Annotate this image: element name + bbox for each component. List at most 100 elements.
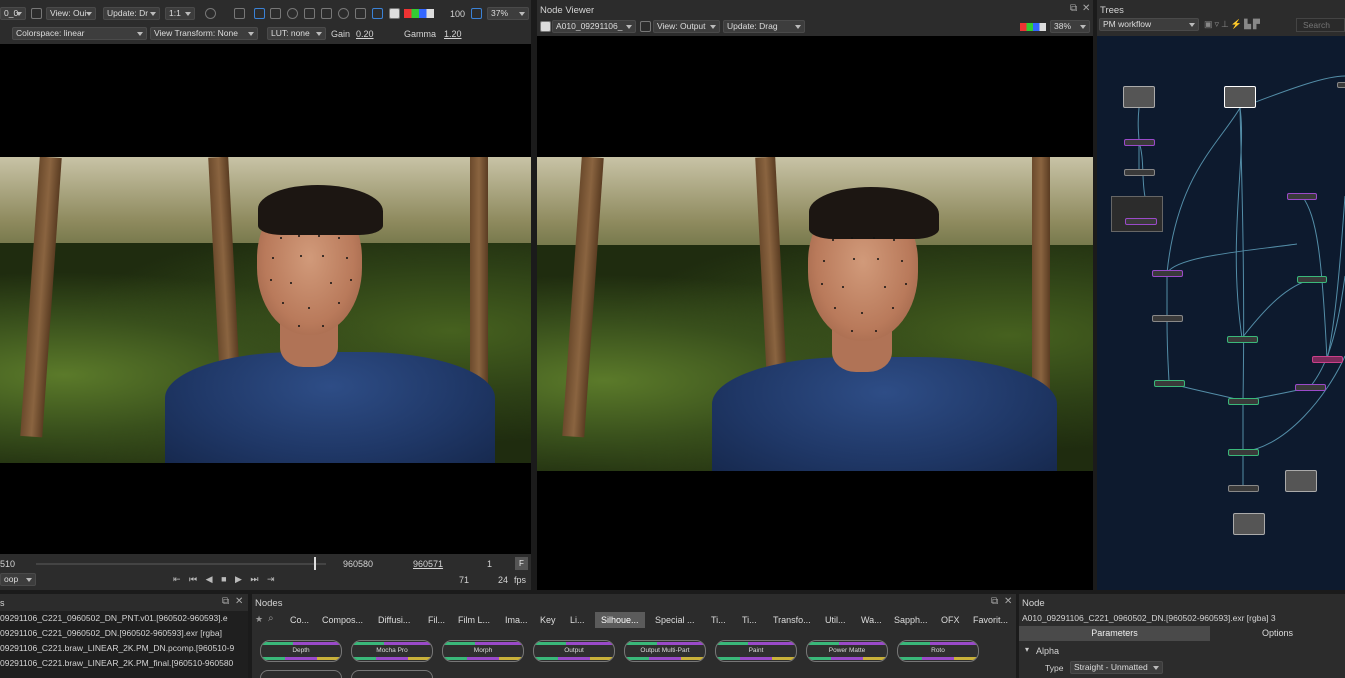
graph-node[interactable] — [1124, 169, 1155, 176]
frame-icon[interactable] — [270, 8, 281, 19]
frame-field[interactable]: 71 — [459, 575, 469, 585]
view-transform-dropdown[interactable]: View Transform: None — [150, 27, 258, 40]
target-icon[interactable] — [338, 8, 349, 19]
node-button-partial[interactable] — [260, 670, 342, 678]
monitor-icon[interactable] — [254, 8, 265, 19]
output-multi-part-node-button[interactable]: Output Multi-Part — [624, 640, 706, 662]
tab-time[interactable]: Ti... — [711, 615, 726, 625]
graph-node[interactable] — [1124, 139, 1155, 146]
page-icon[interactable] — [389, 8, 400, 19]
current-frame[interactable]: 960580 — [343, 559, 373, 569]
crop-icon[interactable] — [321, 8, 332, 19]
list-item[interactable]: 09291106_C221_0960502_DN.[960502-960593]… — [0, 628, 222, 638]
tab-sapphire[interactable]: Sapph... — [894, 615, 928, 625]
ratio-dropdown[interactable]: 1:1 — [165, 7, 195, 20]
fps-value[interactable]: 24 — [498, 575, 508, 585]
add-icon[interactable] — [31, 8, 42, 19]
type-dropdown[interactable]: Straight - Unmatted — [1070, 661, 1163, 674]
graph-node[interactable] — [1152, 315, 1183, 322]
gain-value[interactable]: 0.20 — [356, 29, 374, 39]
tab-film-look[interactable]: Film L... — [458, 615, 490, 625]
view-output-dropdown[interactable]: View: Output — [653, 20, 720, 33]
section-alpha[interactable]: Alpha — [1036, 646, 1059, 656]
playhead[interactable] — [314, 557, 316, 570]
list-item[interactable]: 09291106_C221.braw_LINEAR_2K.PM_final.[9… — [0, 658, 233, 668]
workflow-dropdown[interactable]: PM workflow — [1099, 18, 1199, 31]
fit-icon[interactable] — [471, 8, 482, 19]
graph-node[interactable] — [1295, 384, 1326, 391]
tab-key[interactable]: Key — [540, 615, 556, 625]
graph-node[interactable] — [1297, 276, 1327, 283]
left-video-frame[interactable] — [0, 157, 531, 463]
graph-node[interactable] — [1227, 336, 1258, 343]
graph-node[interactable] — [1312, 356, 1343, 363]
paint-node-button[interactable]: Paint — [715, 640, 797, 662]
depth-node-button[interactable]: Depth — [260, 640, 342, 662]
graph-node[interactable] — [1125, 218, 1157, 225]
tab-special[interactable]: Special ... — [655, 615, 695, 625]
safe-area-icon[interactable] — [372, 8, 383, 19]
step-value[interactable]: 1 — [487, 559, 492, 569]
camera-icon[interactable] — [234, 8, 245, 19]
tab-compositing[interactable]: Compos... — [322, 615, 363, 625]
view-dropdown[interactable]: View: Oui — [46, 7, 96, 20]
tab-filter[interactable]: Fil... — [428, 615, 445, 625]
graph-node-read[interactable] — [1123, 86, 1155, 108]
lut-dropdown[interactable]: LUT: none — [267, 27, 326, 40]
overlay-icon[interactable] — [355, 8, 366, 19]
close-icon[interactable]: ✕ — [1082, 3, 1090, 14]
graph-node-thumb[interactable] — [1285, 470, 1317, 492]
list-item[interactable]: 09291106_C221.braw_LINEAR_2K.PM_DN.pcomp… — [0, 643, 234, 653]
tab-favorites[interactable]: Favorit... — [973, 615, 1008, 625]
graph-node[interactable] — [1337, 82, 1345, 88]
frame-dropdown[interactable]: 0_0 — [0, 7, 26, 20]
node-button-partial[interactable] — [351, 670, 433, 678]
close-icon[interactable]: ✕ — [1004, 596, 1012, 607]
tab-options[interactable]: Options — [1210, 626, 1345, 641]
gamma-value[interactable]: 1.20 — [444, 29, 462, 39]
float-icon[interactable]: ⧉ — [991, 596, 998, 607]
trees-search-input[interactable] — [1296, 18, 1345, 32]
clip-dropdown[interactable]: A010_09291106_ — [552, 20, 636, 33]
chevron-down-icon[interactable]: ▾ — [1025, 645, 1029, 654]
output-node-button[interactable]: Output — [533, 640, 615, 662]
end-frame[interactable]: 960571 — [413, 559, 443, 569]
roto-node-button[interactable]: Roto — [897, 640, 979, 662]
tab-diffusion[interactable]: Diffusi... — [378, 615, 410, 625]
close-icon[interactable]: ✕ — [235, 596, 243, 607]
morph-node-button[interactable]: Morph — [442, 640, 524, 662]
grid-icon[interactable] — [304, 8, 315, 19]
channels-icon[interactable] — [1020, 23, 1046, 31]
graph-node[interactable] — [1154, 380, 1185, 387]
mocha-pro-node-button[interactable]: Mocha Pro — [351, 640, 433, 662]
zoom-dropdown[interactable]: 37% — [487, 7, 529, 20]
tab-parameters[interactable]: Parameters — [1019, 626, 1210, 641]
tab-silhouette[interactable]: Silhoue... — [595, 612, 645, 628]
tab-tint[interactable]: Ti... — [742, 615, 757, 625]
graph-backdrop[interactable] — [1111, 196, 1163, 232]
float-icon[interactable]: ⧉ — [222, 596, 229, 607]
graph-node[interactable] — [1287, 193, 1317, 200]
add-icon[interactable] — [640, 21, 651, 32]
node-graph[interactable] — [1097, 36, 1345, 590]
zoom-icon[interactable] — [287, 8, 298, 19]
tab-ofx[interactable]: OFX — [941, 615, 960, 625]
tab-warp[interactable]: Wa... — [861, 615, 882, 625]
graph-node[interactable] — [1228, 485, 1259, 492]
tab-co[interactable]: Co... — [290, 615, 309, 625]
channels-icon[interactable] — [404, 9, 434, 18]
update-drag-dropdown[interactable]: Update: Drag — [723, 20, 805, 33]
timeline-track[interactable] — [36, 563, 326, 565]
tab-light[interactable]: Li... — [570, 615, 585, 625]
tab-transform[interactable]: Transfo... — [773, 615, 811, 625]
node-video-frame[interactable] — [537, 157, 1093, 471]
list-item[interactable]: 09291106_C221_0960502_DN_PNT.v01.[960502… — [0, 613, 228, 623]
graph-node-thumb[interactable] — [1233, 513, 1265, 535]
toggle-icon[interactable] — [205, 8, 216, 19]
tree-tools-icons[interactable]: ▣▿⊥⚡▙▛ — [1204, 19, 1289, 31]
graph-node[interactable] — [1152, 270, 1183, 277]
transport-controls[interactable]: ⇤ ⏮ ◀ ■ ▶ ⏭ ⇥ — [173, 574, 303, 585]
float-icon[interactable]: ⧉ — [1070, 3, 1077, 14]
power-matte-node-button[interactable]: Power Matte — [806, 640, 888, 662]
tab-utility[interactable]: Util... — [825, 615, 846, 625]
